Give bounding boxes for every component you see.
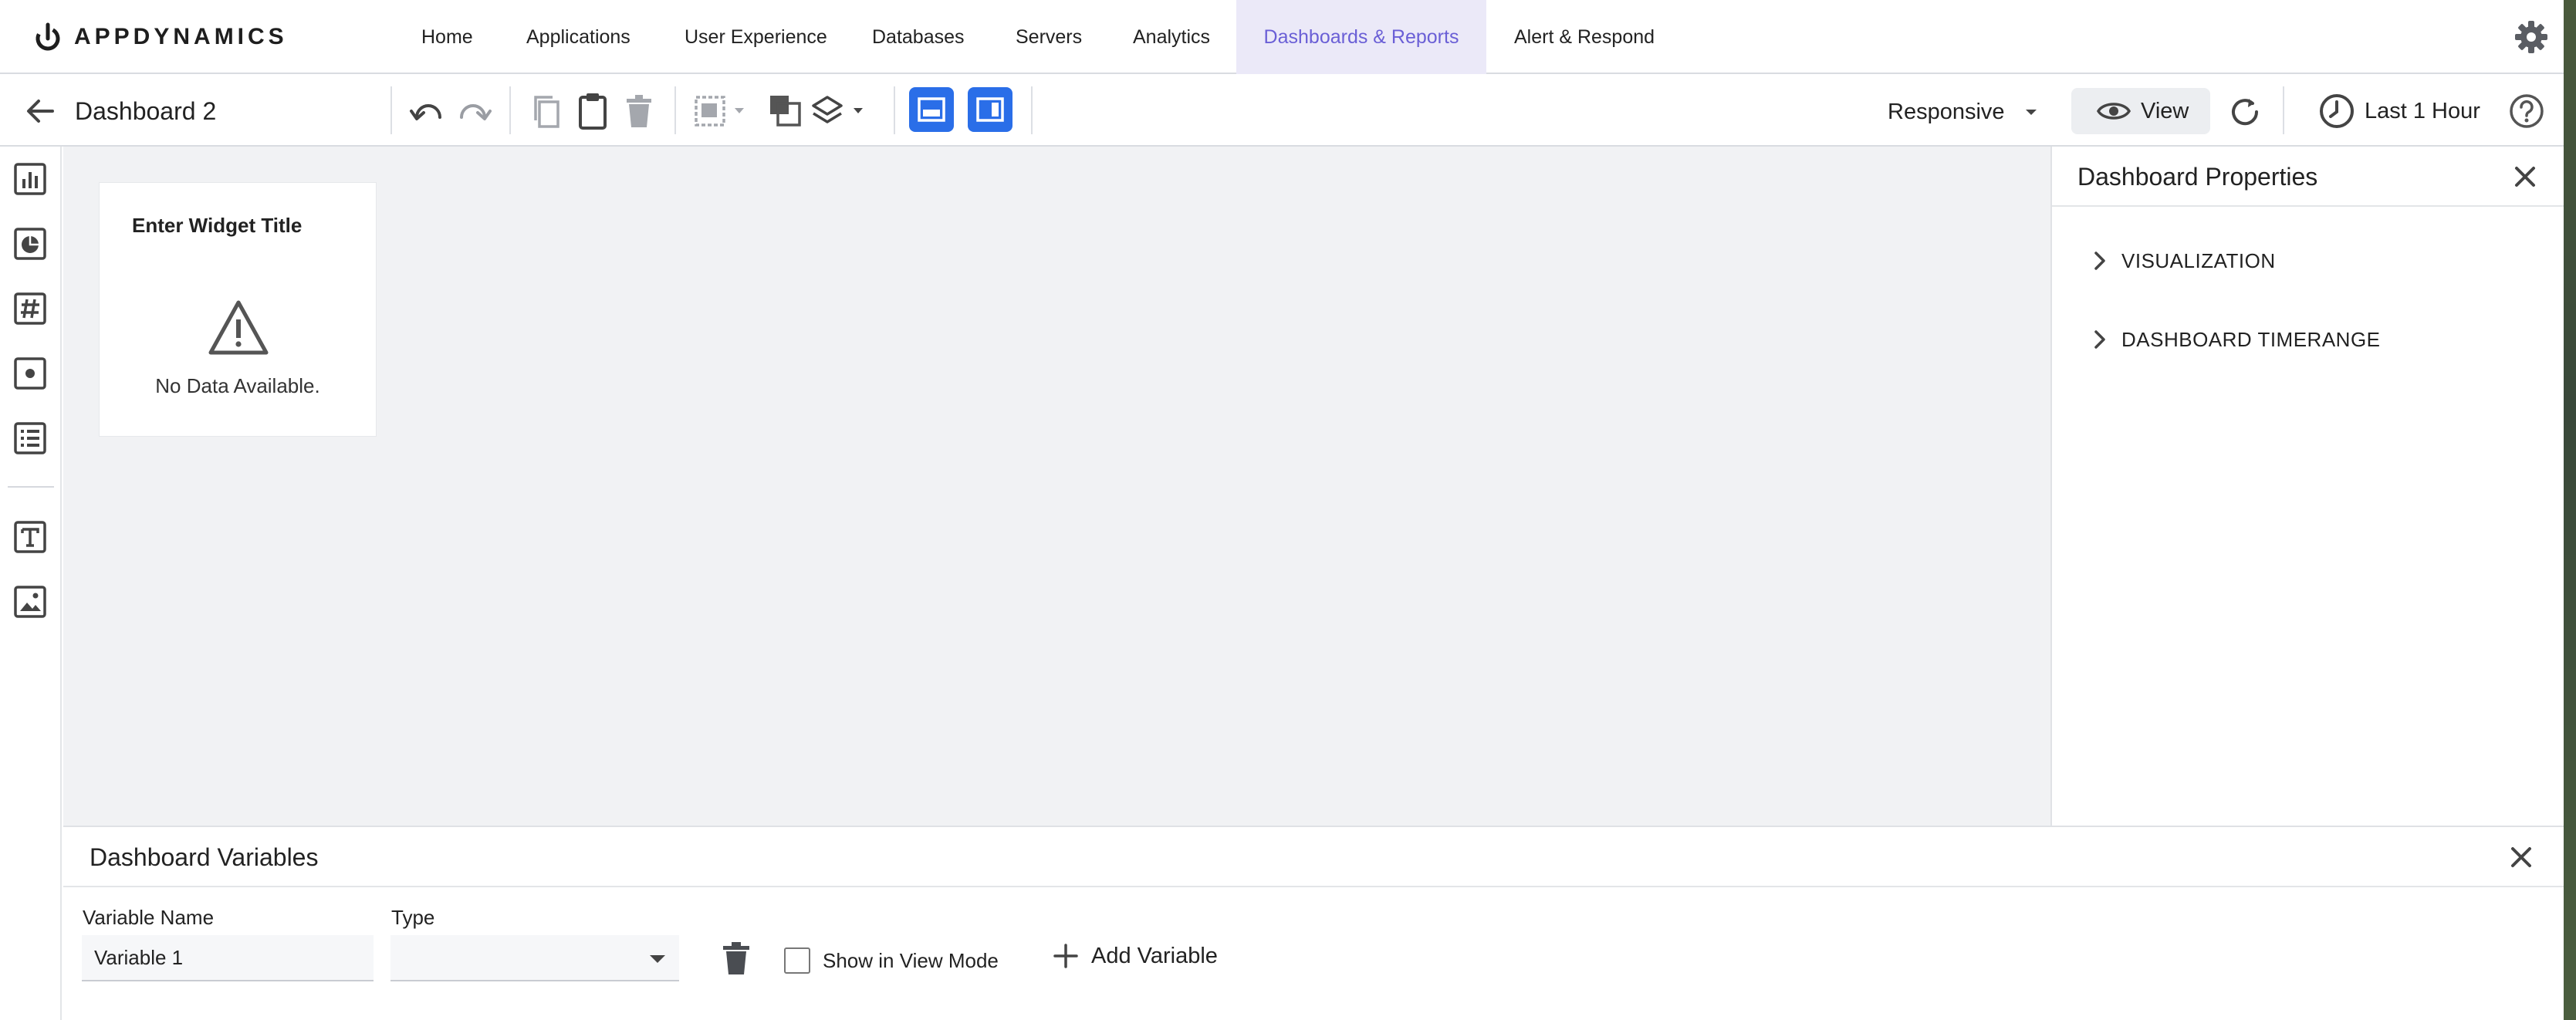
view-label: View [2141, 98, 2189, 123]
app-root: APPDYNAMICS Home Applications User Exper… [0, 0, 2576, 1020]
widget-palette [0, 147, 62, 1020]
back-arrow-icon[interactable] [23, 94, 57, 128]
delete-variable-icon[interactable] [721, 940, 752, 977]
dashboard-widget[interactable]: Enter Widget Title No Data Available. [99, 182, 377, 437]
nav-label: Servers [1016, 25, 1083, 48]
crop-icon[interactable] [767, 93, 804, 130]
undo-icon[interactable] [409, 94, 446, 128]
properties-header: Dashboard Properties [2052, 147, 2576, 207]
variable-name-label: Variable Name [83, 906, 215, 929]
delete-icon[interactable] [624, 93, 654, 130]
show-in-view-mode-checkbox[interactable] [784, 947, 810, 974]
time-range-label: Last 1 Hour [2365, 98, 2480, 123]
variables-header: Dashboard Variables [63, 827, 2564, 887]
nav-databases[interactable]: Databases [860, 0, 977, 74]
close-icon[interactable] [2505, 841, 2537, 873]
variable-type-select[interactable] [390, 935, 679, 981]
nav-analytics[interactable]: Analytics [1121, 0, 1222, 74]
toolbar-divider [390, 86, 392, 134]
clock-icon [2320, 94, 2354, 128]
nav-user-experience[interactable]: User Experience [672, 0, 840, 74]
nav-alert-respond[interactable]: Alert & Respond [1502, 0, 1667, 74]
nav-label: Databases [872, 25, 965, 48]
toolbar-divider [674, 86, 676, 134]
nav-label: Alert & Respond [1514, 25, 1655, 48]
section-label: DASHBOARD TIMERANGE [2121, 327, 2381, 351]
show-in-view-mode[interactable]: Show in View Mode [784, 947, 999, 974]
time-range-picker[interactable]: Last 1 Hour [2318, 91, 2480, 131]
dashboard-toolbar: Dashboard 2 Responsive View Last 1 Hour [0, 76, 2576, 147]
warning-icon [208, 299, 269, 357]
window-edge [2564, 0, 2576, 1020]
pie-chart-widget-icon[interactable] [13, 227, 47, 261]
toolbar-divider [2283, 86, 2284, 134]
text-widget-icon[interactable] [13, 520, 47, 554]
plus-icon [1053, 944, 1078, 968]
layout-side-panel-icon[interactable] [968, 87, 1012, 132]
widget-title[interactable]: Enter Widget Title [132, 214, 302, 238]
appdynamics-logo[interactable]: APPDYNAMICS [32, 22, 288, 52]
redo-icon[interactable] [455, 94, 492, 128]
nav-servers[interactable]: Servers [1003, 0, 1094, 74]
nav-label: Applications [526, 25, 630, 48]
chevron-right-icon [2094, 330, 2105, 349]
view-button[interactable]: View [2071, 88, 2210, 134]
status-widget-icon[interactable] [13, 356, 47, 390]
dashboard-title[interactable]: Dashboard 2 [75, 93, 216, 130]
brand-name: APPDYNAMICS [74, 24, 288, 49]
nav-label: Dashboards & Reports [1263, 25, 1459, 48]
add-variable-label: Add Variable [1091, 943, 1218, 968]
type-label: Type [391, 906, 435, 929]
properties-title: Dashboard Properties [2077, 163, 2318, 191]
toolbar-divider [509, 86, 511, 134]
add-variable-button[interactable]: Add Variable [1053, 943, 1218, 969]
layers-icon[interactable] [810, 93, 872, 130]
top-navigation: APPDYNAMICS Home Applications User Exper… [0, 0, 2576, 74]
nav-label: User Experience [685, 25, 827, 48]
toolbar-divider [894, 86, 895, 134]
metric-value-widget-icon[interactable] [13, 292, 47, 326]
responsive-label: Responsive [1888, 99, 2005, 124]
dashboard-properties-panel: Dashboard Properties VISUALIZATION DASHB… [2050, 147, 2576, 826]
no-data-message: No Data Available. [155, 374, 320, 397]
nav-dashboards-reports[interactable]: Dashboards & Reports [1236, 0, 1486, 74]
nav-label: Home [421, 25, 473, 48]
show-in-view-mode-label: Show in View Mode [823, 948, 999, 972]
nav-applications[interactable]: Applications [514, 0, 643, 74]
responsive-layout-dropdown[interactable]: Responsive [1888, 94, 2039, 130]
bar-chart-widget-icon[interactable] [13, 162, 47, 196]
nav-label: Analytics [1133, 25, 1211, 48]
section-visualization[interactable]: VISUALIZATION [2092, 245, 2276, 276]
appdynamics-logo-icon [35, 22, 60, 51]
chevron-down-icon [2025, 110, 2037, 115]
nav-home[interactable]: Home [409, 0, 485, 74]
dashboard-variables-panel: Dashboard Variables Variable Name Type S… [63, 826, 2564, 1020]
copy-icon[interactable] [529, 93, 563, 131]
settings-gear-icon[interactable] [2513, 19, 2550, 56]
list-widget-icon[interactable] [13, 421, 47, 455]
help-icon[interactable] [2508, 93, 2545, 130]
group-icon[interactable] [691, 93, 753, 130]
eye-icon [2096, 103, 2131, 120]
image-widget-icon[interactable] [13, 585, 47, 619]
paste-icon[interactable] [576, 91, 610, 131]
layout-full-icon[interactable] [909, 87, 954, 132]
section-label: VISUALIZATION [2121, 248, 2276, 272]
toolbar-divider [1031, 86, 1033, 134]
refresh-icon[interactable] [2227, 94, 2263, 130]
close-icon[interactable] [2509, 160, 2541, 193]
chevron-down-icon [650, 955, 665, 963]
section-dashboard-timerange[interactable]: DASHBOARD TIMERANGE [2092, 324, 2381, 355]
variable-name-input[interactable] [82, 935, 374, 981]
variables-title: Dashboard Variables [90, 843, 319, 871]
chevron-right-icon [2094, 252, 2105, 270]
palette-divider [8, 486, 54, 488]
dashboard-canvas[interactable]: Enter Widget Title No Data Available. [63, 147, 2050, 826]
